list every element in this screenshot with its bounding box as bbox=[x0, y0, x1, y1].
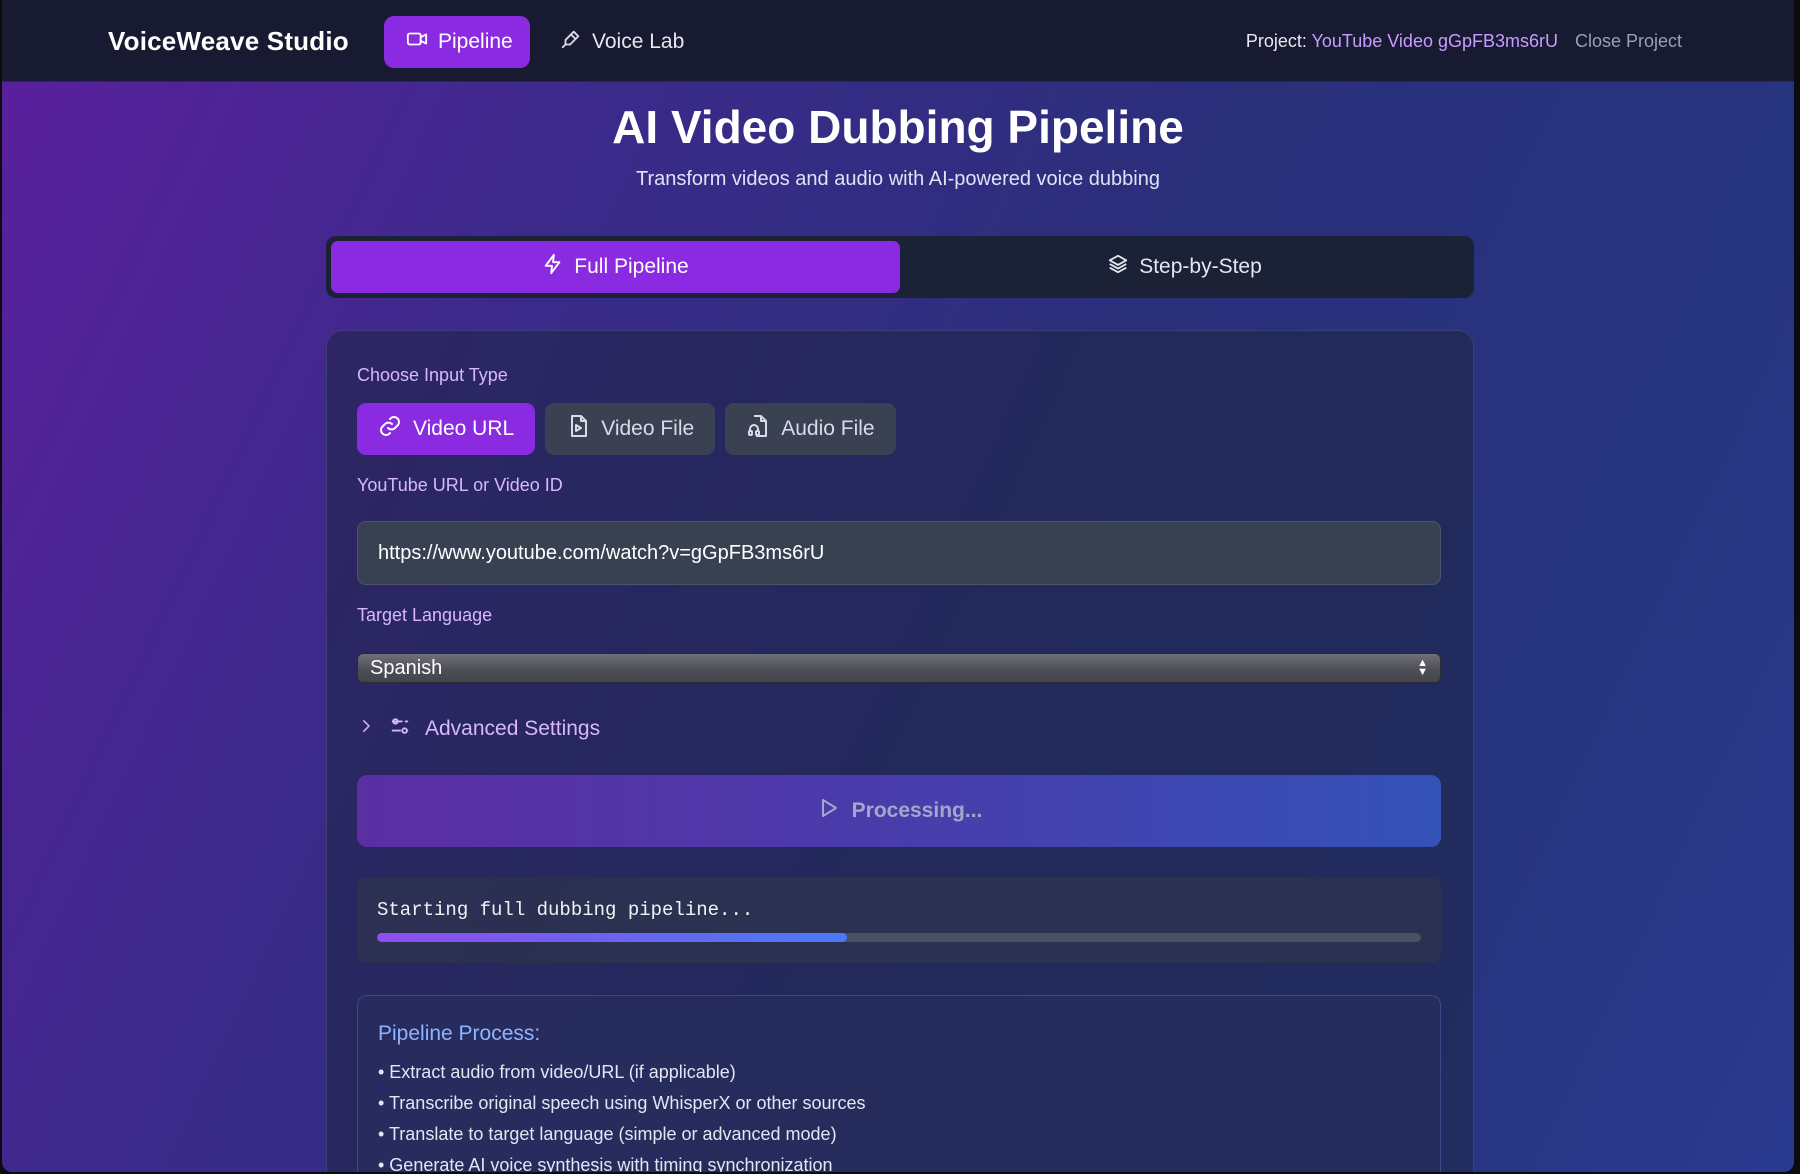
project-indicator: Project: YouTube Video gGpFB3ms6rU bbox=[1246, 31, 1558, 52]
nav-pipeline-label: Pipeline bbox=[438, 30, 513, 53]
tab-step-by-step[interactable]: Step-by-Step bbox=[900, 241, 1469, 293]
input-type-video-url-button[interactable]: Video URL bbox=[357, 403, 536, 455]
layers-icon bbox=[1107, 253, 1129, 281]
list-item: • Generate AI voice synthesis with timin… bbox=[378, 1155, 833, 1172]
input-type-video-url-label: Video URL bbox=[413, 417, 515, 440]
start-processing-button[interactable]: Processing... bbox=[357, 775, 1441, 847]
progress-bar bbox=[377, 933, 1421, 942]
browser-window: VoiceWeave Studio Pipeline Voice Lab Pro… bbox=[0, 0, 1800, 1174]
pipeline-process-title: Pipeline Process: bbox=[378, 1022, 541, 1045]
audio-file-icon bbox=[746, 414, 770, 444]
select-arrows-icon: ▲ ▼ bbox=[1417, 657, 1428, 678]
lightning-icon bbox=[542, 253, 564, 281]
brand-logo[interactable]: VoiceWeave Studio bbox=[108, 26, 349, 57]
input-type-video-file-label: Video File bbox=[601, 417, 695, 440]
list-item: • Extract audio from video/URL (if appli… bbox=[378, 1062, 736, 1082]
target-language-select[interactable]: Spanish ▲ ▼ bbox=[357, 653, 1441, 683]
tab-full-pipeline[interactable]: Full Pipeline bbox=[331, 241, 900, 293]
list-item: • Transcribe original speech using Whisp… bbox=[378, 1093, 866, 1113]
sliders-icon bbox=[389, 715, 411, 743]
progress-bar-fill bbox=[377, 933, 847, 942]
url-field-label: YouTube URL or Video ID bbox=[357, 475, 563, 495]
advanced-settings-toggle[interactable]: Advanced Settings bbox=[357, 715, 600, 743]
app-root: VoiceWeave Studio Pipeline Voice Lab Pro… bbox=[2, 0, 1794, 1172]
pipeline-process-info: Pipeline Process: • Extract audio from v… bbox=[357, 995, 1441, 1172]
input-type-video-file-button[interactable]: Video File bbox=[545, 403, 716, 455]
mode-toggle: Full Pipeline Step-by-Step bbox=[326, 236, 1474, 298]
pipeline-steps-list: • Extract audio from video/URL (if appli… bbox=[378, 1062, 866, 1172]
list-item: • Translate to target language (simple o… bbox=[378, 1124, 837, 1144]
input-type-group: Video URL Video File Audio File bbox=[357, 403, 896, 455]
nav-voice-lab-button[interactable]: Voice Lab bbox=[538, 16, 706, 68]
input-type-audio-file-label: Audio File bbox=[781, 417, 875, 440]
advanced-settings-label: Advanced Settings bbox=[425, 717, 601, 740]
close-project-button[interactable]: Close Project bbox=[1575, 31, 1682, 52]
pipeline-card: Choose Input Type Video URL Video File A… bbox=[326, 330, 1474, 1172]
link-icon bbox=[378, 414, 402, 444]
status-message: Starting full dubbing pipeline... bbox=[377, 899, 754, 921]
project-name: YouTube Video gGpFB3ms6rU bbox=[1311, 31, 1558, 51]
video-camera-icon bbox=[406, 28, 428, 56]
nav-pipeline-button[interactable]: Pipeline bbox=[384, 16, 530, 68]
play-icon bbox=[816, 796, 840, 826]
page-subtitle: Transform videos and audio with AI-power… bbox=[635, 168, 1160, 190]
status-panel: Starting full dubbing pipeline... bbox=[357, 877, 1441, 963]
video-file-icon bbox=[566, 414, 590, 444]
project-prefix: Project: bbox=[1245, 31, 1312, 51]
tab-step-by-step-label: Step-by-Step bbox=[1139, 255, 1262, 278]
tab-full-pipeline-label: Full Pipeline bbox=[574, 255, 689, 278]
input-type-audio-file-button[interactable]: Audio File bbox=[725, 403, 896, 455]
target-language-label: Target Language bbox=[357, 605, 493, 625]
input-type-label: Choose Input Type bbox=[357, 365, 508, 385]
pen-icon bbox=[560, 28, 582, 56]
youtube-url-input[interactable] bbox=[357, 521, 1441, 585]
nav-voice-lab-label: Voice Lab bbox=[592, 30, 685, 53]
target-language-value: Spanish bbox=[370, 656, 443, 679]
page-title: AI Video Dubbing Pipeline bbox=[612, 101, 1184, 153]
chevron-right-icon bbox=[357, 717, 375, 741]
processing-label: Processing... bbox=[851, 799, 983, 822]
top-navbar: VoiceWeave Studio Pipeline Voice Lab Pro… bbox=[2, 0, 1794, 82]
